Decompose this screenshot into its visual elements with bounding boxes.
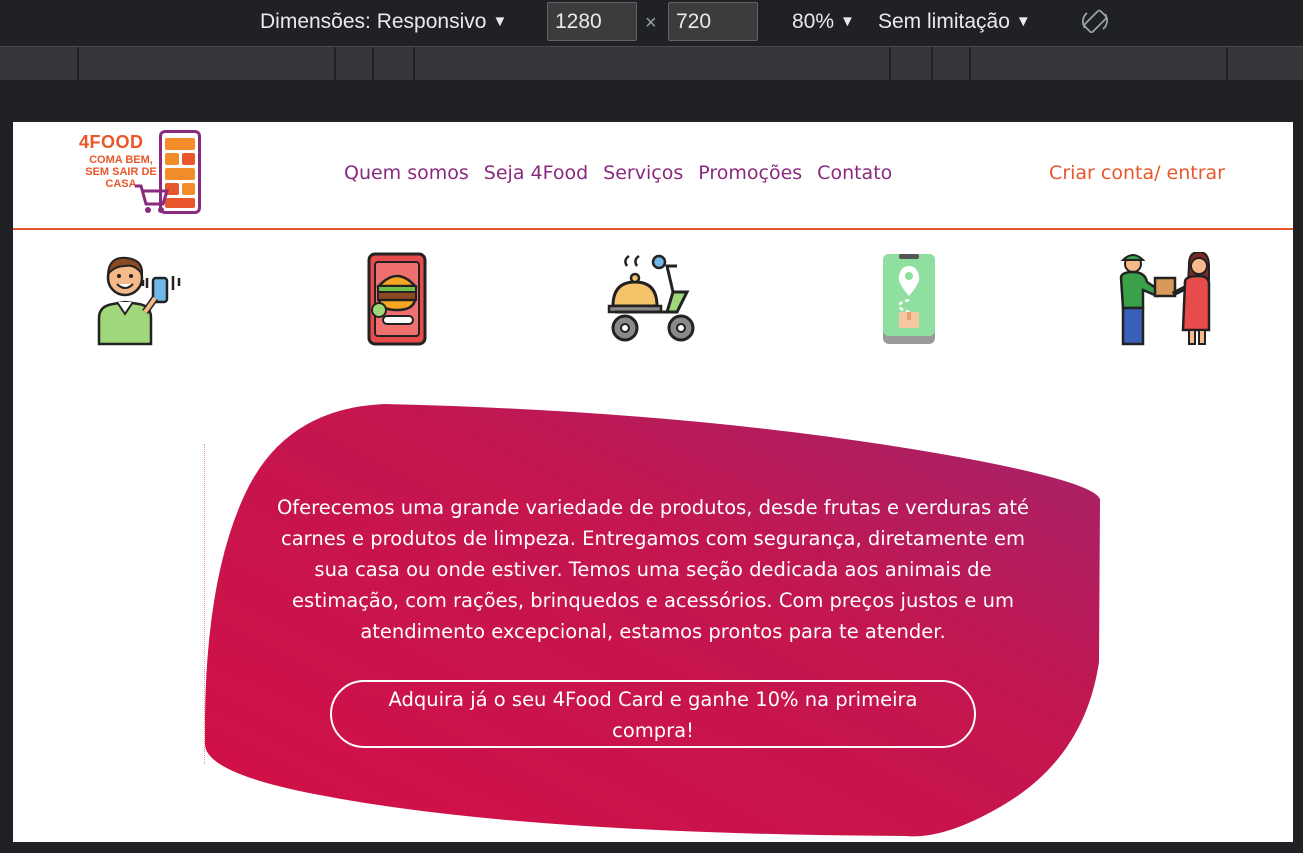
rotate-icon[interactable]	[1082, 8, 1108, 36]
chevron-down-icon: ▼	[840, 13, 855, 30]
shopping-cart-icon	[135, 184, 169, 213]
phone-food-app-icon	[367, 252, 427, 346]
card-cta-button[interactable]: Adquira já o seu 4Food Card e ganhe 10% …	[330, 680, 976, 748]
chevron-down-icon: ▼	[1015, 13, 1031, 30]
nav-servicos[interactable]: Serviços	[603, 162, 683, 184]
nav-seja-4food[interactable]: Seja 4Food	[484, 162, 588, 184]
chevron-down-icon: ▼	[492, 13, 508, 30]
delivery-scooter-icon	[607, 254, 695, 342]
dimensions-select[interactable]: Dimensões: Responsivo ▼	[260, 10, 507, 34]
hero-description: Oferecemos uma grande variedade de produ…	[276, 496, 1030, 643]
logo-title: 4FOOD	[79, 132, 144, 152]
nav-contato[interactable]: Contato	[817, 162, 892, 184]
width-input[interactable]	[547, 2, 637, 41]
site-header: 4FOOD COMA BEM, SEM SAIR DE CASA Quem so…	[13, 122, 1293, 230]
height-input[interactable]	[668, 2, 758, 41]
page-viewport: 4FOOD COMA BEM, SEM SAIR DE CASA Quem so…	[13, 122, 1293, 842]
man-with-phone-icon	[97, 256, 181, 346]
nav-quem-somos[interactable]: Quem somos	[344, 162, 469, 184]
zoom-select[interactable]: 80% ▼	[792, 10, 855, 34]
map-tracking-icon	[883, 254, 935, 344]
steps-row	[13, 252, 1293, 348]
media-query-ruler[interactable]	[0, 46, 1303, 81]
zoom-label: 80%	[792, 10, 835, 33]
nav-promocoes[interactable]: Promoções	[698, 162, 802, 184]
logo[interactable]: 4FOOD COMA BEM, SEM SAIR DE CASA	[79, 128, 203, 216]
dimensions-label: Dimensões: Responsivo	[260, 10, 487, 33]
throttle-select[interactable]: Sem limitação ▼	[878, 10, 1031, 34]
delivery-handoff-icon	[1119, 252, 1211, 346]
login-link[interactable]: Criar conta/ entrar	[1049, 162, 1225, 184]
main-nav: Quem somos Seja 4Food Serviços Promoções…	[344, 162, 892, 184]
throttle-label: Sem limitação	[878, 10, 1010, 33]
devtools-toolbar: Dimensões: Responsivo ▼ × 80% ▼ Sem limita…	[0, 0, 1303, 46]
times-separator: ×	[645, 12, 657, 34]
